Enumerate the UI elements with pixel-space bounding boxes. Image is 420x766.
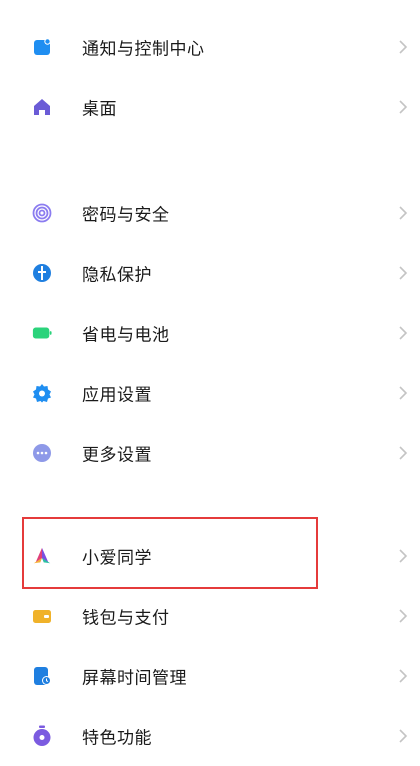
- settings-item-more-settings[interactable]: 更多设置: [0, 423, 420, 483]
- settings-item-label: 特色功能: [82, 728, 152, 749]
- settings-item-label: 小爱同学: [82, 548, 152, 569]
- chevron-right-icon: [399, 549, 408, 563]
- settings-group-1: 通知与控制中心 桌面: [0, 17, 420, 137]
- settings-item-desktop[interactable]: 桌面: [0, 77, 420, 137]
- chevron-right-icon: [399, 40, 408, 54]
- settings-item-xiaoai[interactable]: 小爱同学: [0, 526, 420, 586]
- features-icon: [32, 725, 52, 746]
- settings-item-label: 省电与电池: [82, 325, 170, 346]
- fingerprint-icon: [32, 203, 52, 223]
- chevron-right-icon: [399, 729, 408, 743]
- settings-item-privacy[interactable]: 隐私保护: [0, 243, 420, 303]
- chevron-right-icon: [399, 446, 408, 460]
- more-icon: [32, 443, 52, 463]
- battery-icon: [32, 323, 52, 343]
- wallet-icon: [32, 606, 52, 626]
- settings-item-label: 通知与控制中心: [82, 39, 205, 60]
- chevron-right-icon: [399, 326, 408, 340]
- chevron-right-icon: [399, 386, 408, 400]
- gear-icon: [32, 383, 52, 403]
- settings-item-app-settings[interactable]: 应用设置: [0, 363, 420, 423]
- settings-item-battery[interactable]: 省电与电池: [0, 303, 420, 363]
- settings-group-2: 密码与安全 隐私保护 省电与电池 应用设置 更多设置: [0, 183, 420, 483]
- chevron-right-icon: [399, 609, 408, 623]
- chevron-right-icon: [399, 100, 408, 114]
- settings-item-label: 应用设置: [82, 385, 152, 406]
- settings-item-password-security[interactable]: 密码与安全: [0, 183, 420, 243]
- settings-item-label: 更多设置: [82, 445, 152, 466]
- home-icon: [32, 97, 52, 117]
- xiaoai-icon: [32, 546, 52, 566]
- settings-group-3: 小爱同学 钱包与支付 屏幕时间管理 特色功能: [0, 526, 420, 766]
- chevron-right-icon: [399, 206, 408, 220]
- privacy-shield-icon: [32, 263, 52, 283]
- chevron-right-icon: [399, 669, 408, 683]
- settings-item-screen-time[interactable]: 屏幕时间管理: [0, 646, 420, 706]
- notification-icon: [32, 37, 52, 57]
- screen-time-icon: [32, 666, 52, 686]
- settings-item-wallet[interactable]: 钱包与支付: [0, 586, 420, 646]
- settings-item-features[interactable]: 特色功能: [0, 706, 420, 766]
- settings-item-label: 桌面: [82, 99, 117, 120]
- settings-item-label: 钱包与支付: [82, 608, 170, 629]
- settings-item-label: 隐私保护: [82, 265, 152, 286]
- settings-item-label: 密码与安全: [82, 205, 170, 226]
- chevron-right-icon: [399, 266, 408, 280]
- settings-item-label: 屏幕时间管理: [82, 668, 187, 689]
- settings-item-notifications[interactable]: 通知与控制中心: [0, 17, 420, 77]
